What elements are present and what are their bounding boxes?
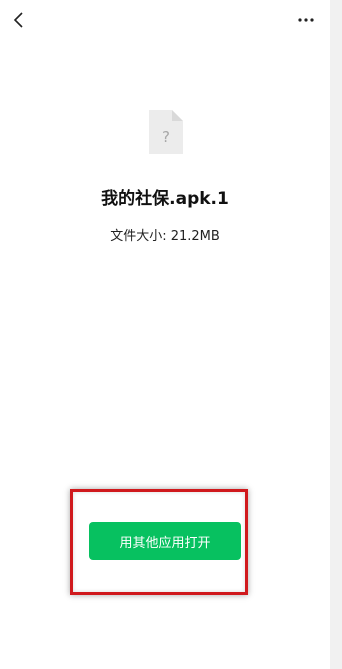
file-name: 我的社保.apk.1 (101, 189, 229, 209)
file-preview-screen: ? 我的社保.apk.1 文件大小: 21.2MB 用其他应用打开 (0, 0, 330, 669)
more-dots-icon (298, 18, 314, 22)
open-with-other-app-button[interactable]: 用其他应用打开 (89, 522, 241, 560)
screen-edge (330, 0, 342, 669)
chevron-left-icon (13, 12, 23, 28)
back-button[interactable] (6, 8, 30, 32)
file-size: 文件大小: 21.2MB (110, 229, 220, 244)
file-icon-glyph: ? (162, 128, 170, 146)
more-options-button[interactable] (292, 8, 320, 32)
unknown-file-icon: ? (149, 110, 183, 154)
